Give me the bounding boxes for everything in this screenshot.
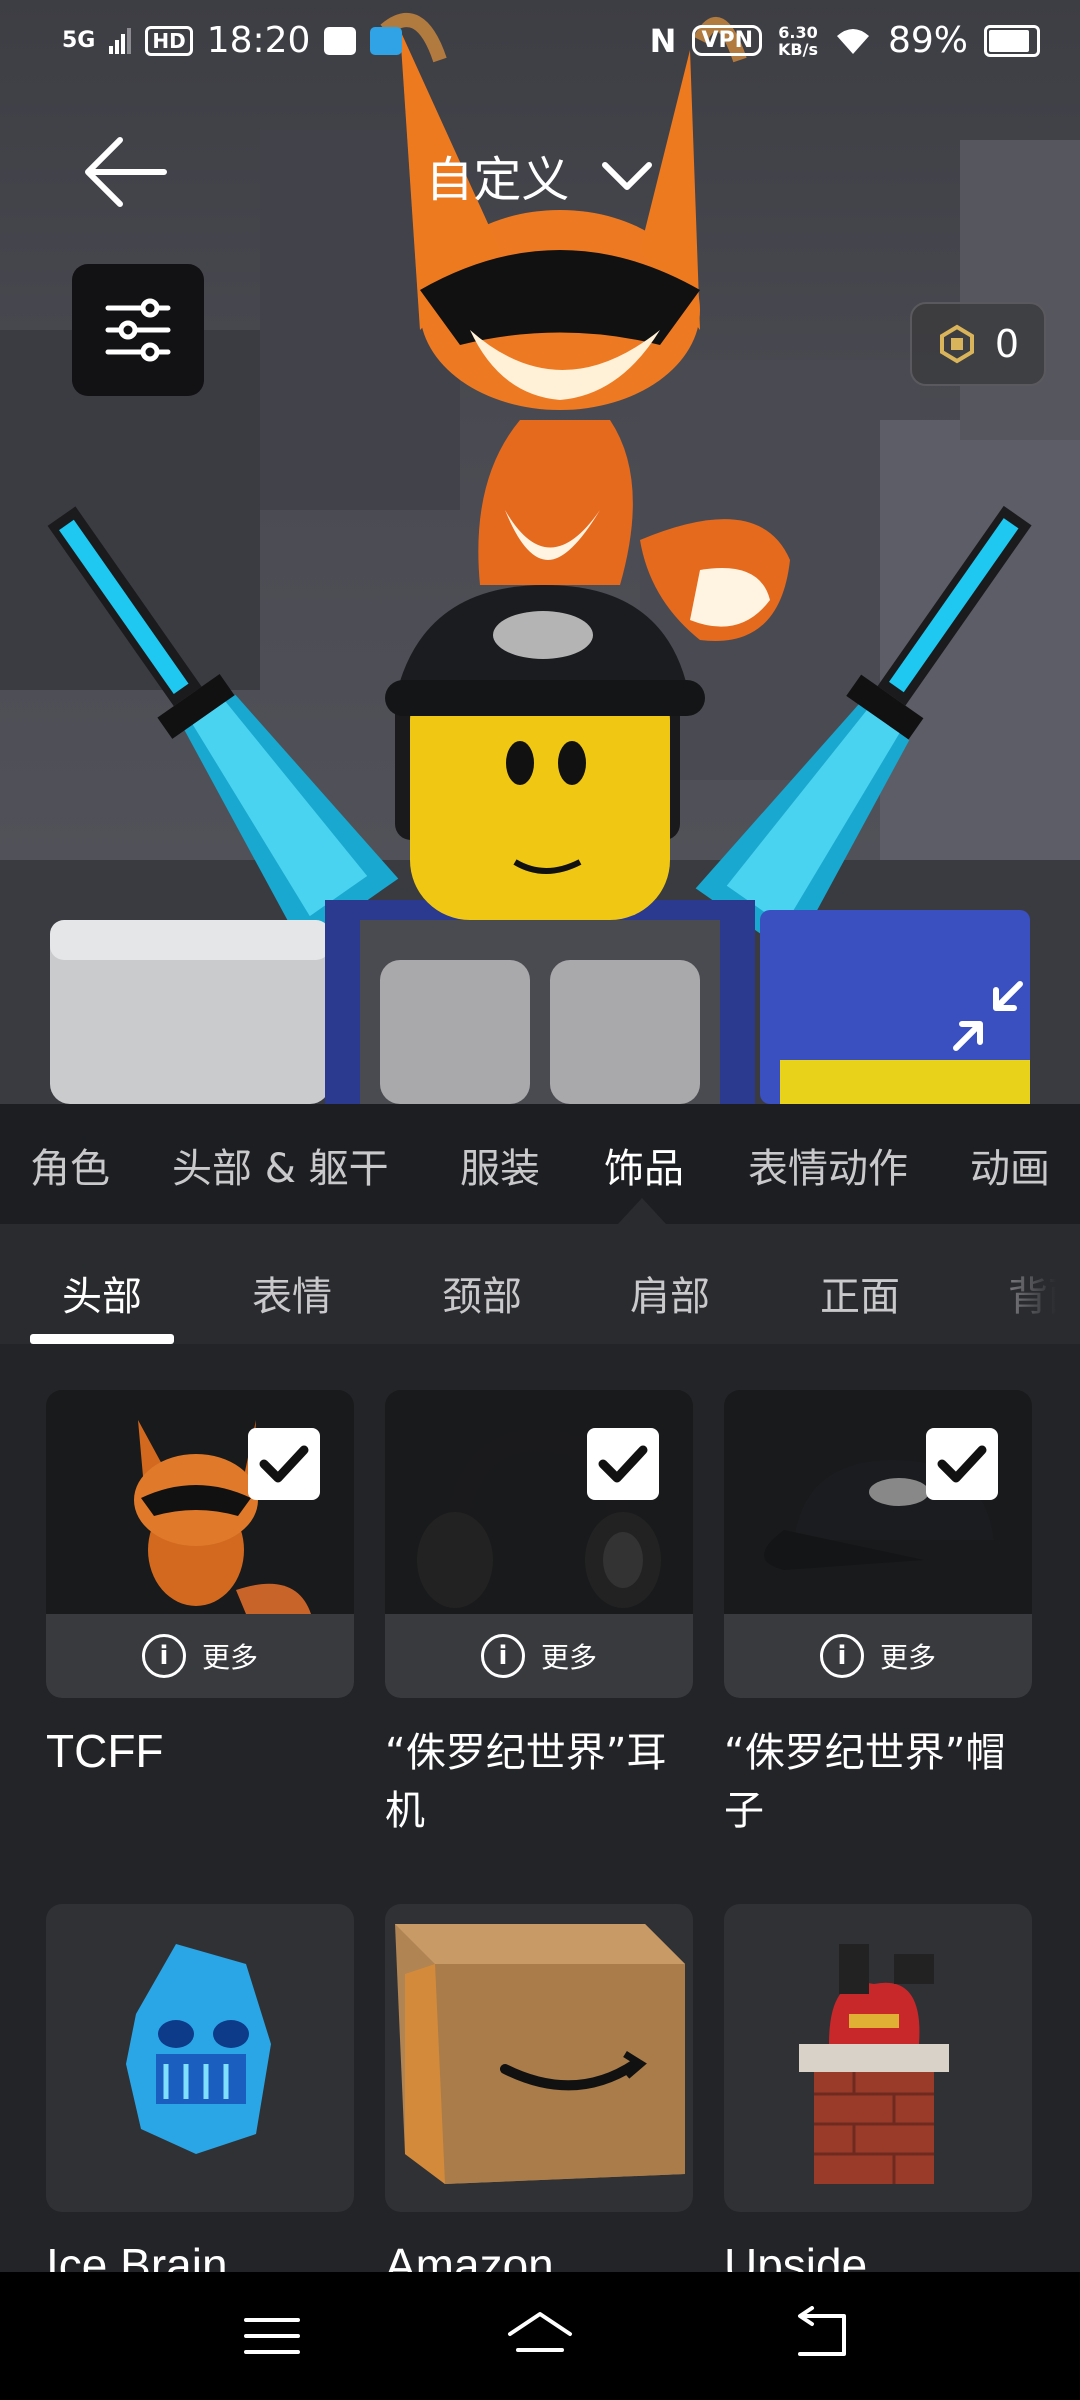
subtab-neck[interactable]: 颈部 <box>442 1264 522 1322</box>
item-card[interactable]: i 更多 <box>724 1390 1032 1698</box>
app-notification-icon <box>370 26 403 55</box>
network-speed: 6.30 KB/s <box>778 24 818 58</box>
title-dropdown[interactable]: 自定义 <box>0 140 1080 210</box>
more-label: 更多 <box>201 1641 258 1674</box>
subcategory-tab-bar: 头部 表情 颈部 肩部 正面 背面 <box>0 1224 1080 1344</box>
battery-icon <box>984 24 1040 57</box>
status-bar: 5G HD 18:20 N VPN 6.30 KB/s 89% <box>0 0 1080 84</box>
signal-icon <box>109 27 132 54</box>
subtab-head[interactable]: 头部 <box>62 1264 142 1322</box>
ice-brain-icon <box>126 1944 271 2154</box>
hd-badge: HD <box>145 25 193 56</box>
checkmark-icon <box>259 1445 309 1483</box>
subtab-shoulder[interactable]: 肩部 <box>630 1264 710 1322</box>
fox-accessory <box>380 13 790 641</box>
scroll-fade <box>960 1224 1080 1344</box>
item-card[interactable] <box>385 1904 693 2212</box>
system-nav-bar <box>0 2272 1080 2400</box>
subtab-front[interactable]: 正面 <box>820 1264 900 1322</box>
subtab-face[interactable]: 表情 <box>252 1264 332 1322</box>
status-time: 18:20 <box>206 20 311 61</box>
selected-checkbox[interactable] <box>926 1428 998 1500</box>
back-nav-icon[interactable] <box>790 2306 854 2366</box>
item-name: “侏罗纪世界”耳机 <box>385 1730 667 1834</box>
headphones-icon <box>417 1428 661 1608</box>
item-name: “侏罗纪世界”帽子 <box>724 1730 1006 1834</box>
tab-emotes[interactable]: 表情动作 <box>748 1136 908 1194</box>
item-card[interactable]: i 更多 <box>385 1390 693 1698</box>
checkmark-icon <box>937 1445 987 1483</box>
category-tab-bar: 角色 头部 & 躯干 服装 饰品 表情动作 动画 <box>0 1104 1080 1224</box>
nfc-icon: N <box>649 21 677 60</box>
more-info-button[interactable]: i 更多 <box>724 1614 1032 1698</box>
battery-percent: 89% <box>887 20 968 61</box>
sliders-icon <box>105 298 171 362</box>
more-label: 更多 <box>540 1641 597 1674</box>
item-card[interactable] <box>724 1904 1032 2212</box>
robux-count: 0 <box>994 322 1020 366</box>
checkmark-icon <box>598 1445 648 1483</box>
menu-icon[interactable] <box>240 2306 304 2366</box>
tab-head-body[interactable]: 头部 & 躯干 <box>172 1136 389 1194</box>
amazon-box-icon <box>395 1924 685 2184</box>
item-card[interactable] <box>46 1904 354 2212</box>
robux-balance[interactable]: 0 <box>910 302 1046 386</box>
filter-button[interactable] <box>72 264 204 396</box>
selected-checkbox[interactable] <box>587 1428 659 1500</box>
more-info-button[interactable]: i 更多 <box>385 1614 693 1698</box>
app-notification-icon <box>324 26 357 55</box>
tab-accessories[interactable]: 饰品 <box>604 1136 684 1194</box>
chimney-santa-icon <box>799 1944 949 2184</box>
more-info-button[interactable]: i 更多 <box>46 1614 354 1698</box>
vpn-badge: VPN <box>692 25 763 56</box>
avatar-preview[interactable]: 5G HD 18:20 N VPN 6.30 KB/s 89% 自定义 0 <box>0 0 1080 1104</box>
item-card[interactable]: i 更多 <box>46 1390 354 1698</box>
wifi-icon <box>836 28 869 54</box>
tab-clothing[interactable]: 服装 <box>460 1136 540 1194</box>
item-name: TCFF <box>46 1725 164 1777</box>
more-label: 更多 <box>879 1641 936 1674</box>
page-title: 自定义 <box>425 152 570 208</box>
fox-accessory-icon <box>134 1420 311 1614</box>
robux-icon <box>939 324 974 364</box>
info-icon: i <box>480 1634 525 1678</box>
cap-icon <box>764 1460 994 1570</box>
tab-character[interactable]: 角色 <box>30 1136 110 1194</box>
tab-animations[interactable]: 动画 <box>970 1136 1050 1194</box>
active-subtab-underline <box>30 1334 174 1344</box>
selected-checkbox[interactable] <box>248 1428 320 1500</box>
speed-unit: KB/s <box>778 39 818 59</box>
network-type: 5G <box>62 28 96 53</box>
home-icon[interactable] <box>504 2306 576 2366</box>
left-sword <box>47 506 399 947</box>
info-icon: i <box>819 1634 864 1678</box>
chevron-down-icon <box>601 162 652 190</box>
collapse-icon[interactable] <box>948 976 1028 1056</box>
info-icon: i <box>141 1634 186 1678</box>
active-tab-pointer <box>618 1198 666 1224</box>
